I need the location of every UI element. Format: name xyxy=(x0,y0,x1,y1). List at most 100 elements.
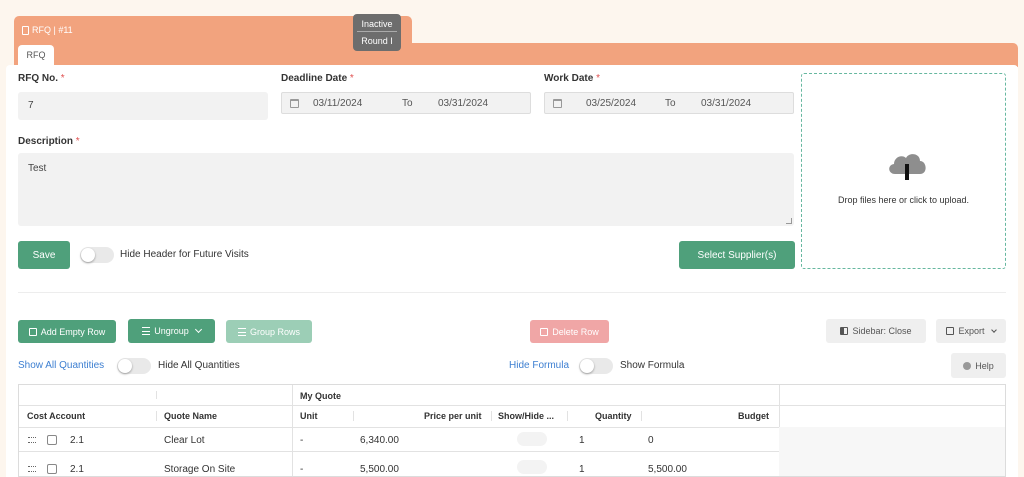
list-icon xyxy=(142,327,151,335)
grid-divider xyxy=(292,385,293,476)
row-show-hide-toggle[interactable] xyxy=(517,432,547,446)
hide-header-toggle[interactable] xyxy=(80,247,114,263)
row-checkbox[interactable] xyxy=(47,435,57,445)
work-date-range[interactable]: 03/25/2024 To 03/31/2024 xyxy=(544,92,794,114)
group-header-my-quote: My Quote xyxy=(300,391,342,401)
calendar-icon xyxy=(290,99,299,108)
work-date-label: Work Date * xyxy=(544,73,600,84)
col-quote-name[interactable]: Quote Name xyxy=(164,411,217,421)
col-cost-account[interactable]: Cost Account xyxy=(27,411,85,421)
col-price-per-unit[interactable]: Price per unit xyxy=(424,411,482,421)
list-icon xyxy=(237,327,246,336)
row-price[interactable]: 6,340.00 xyxy=(360,435,399,446)
row-cost-account[interactable]: 2.1 xyxy=(70,464,84,475)
row-checkbox[interactable] xyxy=(47,464,57,474)
quantities-toggle[interactable] xyxy=(117,358,151,374)
group-rows-button[interactable]: Group Rows xyxy=(226,320,312,343)
delete-row-label: Delete Row xyxy=(552,326,599,337)
row-quote-name[interactable]: Storage On Site xyxy=(164,464,235,475)
description-value: Test xyxy=(28,163,47,174)
deadline-to-label: To xyxy=(402,98,413,109)
formula-toggle[interactable] xyxy=(579,358,613,374)
group-rows-label: Group Rows xyxy=(249,326,301,337)
export-label: Export xyxy=(958,326,985,336)
select-suppliers-button[interactable]: Select Supplier(s) xyxy=(679,241,795,269)
description-textarea[interactable]: Test xyxy=(18,153,794,226)
round-text: Round I xyxy=(361,36,393,46)
plus-square-icon xyxy=(28,327,37,336)
row-budget[interactable]: 5,500.00 xyxy=(648,464,687,475)
resize-handle-icon[interactable] xyxy=(786,218,792,224)
work-to[interactable]: 03/31/2024 xyxy=(701,98,751,109)
grid-divider xyxy=(353,411,354,421)
row-unit[interactable]: - xyxy=(300,464,303,475)
grid-divider xyxy=(19,451,779,452)
grid-divider xyxy=(491,411,492,421)
grid-divider xyxy=(156,411,157,421)
row-cost-account[interactable]: 2.1 xyxy=(70,435,84,446)
header-band-extension xyxy=(14,43,1018,67)
row-show-hide-toggle[interactable] xyxy=(517,460,547,474)
deadline-date-range[interactable]: 03/11/2024 To 03/31/2024 xyxy=(281,92,531,114)
col-show-hide[interactable]: Show/Hide ... xyxy=(498,411,554,421)
row-quote-name[interactable]: Clear Lot xyxy=(164,435,205,446)
col-unit[interactable]: Unit xyxy=(300,411,318,421)
help-button[interactable]: Help xyxy=(951,353,1006,378)
grid-divider xyxy=(567,411,568,421)
row-quantity[interactable]: 1 xyxy=(579,435,585,446)
export-button[interactable]: Export xyxy=(936,319,1006,343)
grid-empty-area xyxy=(779,427,1005,476)
calendar-icon xyxy=(553,99,562,108)
drag-handle-icon[interactable] xyxy=(28,437,36,443)
deadline-from[interactable]: 03/11/2024 xyxy=(313,98,362,109)
grid-divider xyxy=(19,405,1005,406)
col-budget[interactable]: Budget xyxy=(738,411,769,421)
tab-rfq[interactable]: RFQ xyxy=(18,45,54,66)
document-title: RFQ | #11 xyxy=(22,25,73,35)
add-empty-row-label: Add Empty Row xyxy=(40,326,106,337)
grid-divider xyxy=(641,411,642,421)
status-text: Inactive xyxy=(357,14,397,32)
hide-all-quantities-label: Hide All Quantities xyxy=(158,360,240,371)
document-icon xyxy=(22,25,29,35)
export-icon xyxy=(946,327,955,335)
row-budget[interactable]: 0 xyxy=(648,435,654,446)
work-from[interactable]: 03/25/2024 xyxy=(586,98,636,109)
chevron-down-icon xyxy=(194,325,202,334)
description-label: Description * xyxy=(18,136,80,147)
status-pill[interactable]: Inactive Round I xyxy=(353,14,401,51)
row-quantity[interactable]: 1 xyxy=(579,464,585,475)
show-all-quantities-link[interactable]: Show All Quantities xyxy=(18,360,104,371)
delete-row-button[interactable]: Delete Row xyxy=(530,320,609,343)
show-formula-label: Show Formula xyxy=(620,360,685,371)
cloud-upload-icon xyxy=(889,154,926,180)
hide-formula-link[interactable]: Hide Formula xyxy=(509,360,569,371)
quote-grid: My Quote Cost Account Quote Name Unit Pr… xyxy=(18,384,1006,477)
sidebar-close-label: Sidebar: Close xyxy=(852,326,912,336)
upload-instructions: Drop files here or click to upload. xyxy=(837,195,970,205)
drag-handle-icon[interactable] xyxy=(28,466,36,472)
deadline-date-label: Deadline Date * xyxy=(281,73,354,84)
grid-divider xyxy=(779,385,780,427)
col-quantity[interactable]: Quantity xyxy=(595,411,632,421)
row-price[interactable]: 5,500.00 xyxy=(360,464,399,475)
save-button[interactable]: Save xyxy=(18,241,70,269)
minus-square-icon xyxy=(540,327,549,336)
grid-divider xyxy=(156,391,157,399)
grid-divider xyxy=(19,427,779,428)
rfq-no-field[interactable]: 7 xyxy=(18,92,268,120)
file-upload-dropzone[interactable]: Drop files here or click to upload. xyxy=(801,73,1006,269)
sidebar-close-button[interactable]: Sidebar: Close xyxy=(826,319,926,343)
help-icon xyxy=(963,361,972,370)
rfq-no-label: RFQ No. * xyxy=(18,73,65,84)
sidebar-icon xyxy=(840,327,849,335)
section-divider xyxy=(18,292,1006,293)
rfq-no-value: 7 xyxy=(28,100,34,111)
add-empty-row-button[interactable]: Add Empty Row xyxy=(18,320,116,343)
help-label: Help xyxy=(975,360,994,371)
ungroup-button[interactable]: Ungroup xyxy=(128,319,215,343)
ungroup-label: Ungroup xyxy=(154,326,189,336)
hide-header-label: Hide Header for Future Visits xyxy=(120,249,249,260)
row-unit[interactable]: - xyxy=(300,435,303,446)
deadline-to[interactable]: 03/31/2024 xyxy=(438,98,488,109)
